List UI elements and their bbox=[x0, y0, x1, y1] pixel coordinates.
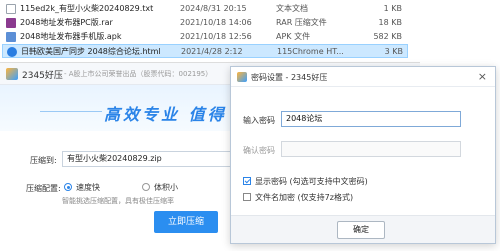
encrypt-filenames-checkbox[interactable] bbox=[243, 193, 251, 201]
app-logo-icon bbox=[6, 68, 18, 80]
file-type: 115Chrome HT... bbox=[277, 47, 344, 56]
file-date: 2021/4/28 2:12 bbox=[181, 47, 243, 56]
file-row-txt[interactable]: 115ed2k_有型小火柴20240829.txt 2024/8/31 20:1… bbox=[0, 2, 500, 16]
apk-file-icon bbox=[6, 32, 16, 42]
dialog-title: 密码设置 - 2345好压 bbox=[251, 73, 328, 82]
file-date: 2024/8/31 20:15 bbox=[180, 4, 247, 13]
ok-button[interactable]: 确定 bbox=[337, 221, 385, 239]
encrypt-filenames-label: 文件名加密 (仅支持7z格式) bbox=[255, 193, 354, 202]
size-radio[interactable] bbox=[142, 183, 150, 191]
file-size: 18 KB bbox=[378, 18, 402, 27]
file-size: 3 KB bbox=[384, 47, 403, 56]
speed-option: 速度快 bbox=[76, 183, 100, 192]
app-name: 2345好压 bbox=[22, 71, 63, 81]
password-input[interactable]: 2048论坛 bbox=[281, 111, 461, 127]
file-type: APK 文件 bbox=[276, 32, 311, 41]
confirm-password-label: 确认密码 bbox=[243, 146, 275, 155]
password-dialog: 密码设置 - 2345好压 × 输入密码 2048论坛 确认密码 显示密码 (勾… bbox=[230, 66, 496, 244]
rar-file-icon bbox=[6, 18, 16, 28]
compress-now-button[interactable]: 立即压缩 bbox=[154, 211, 218, 233]
show-password-label: 显示密码 (勾选可支持中文密码) bbox=[255, 177, 368, 186]
file-row-html[interactable]: 日韩欧美国产同步 2048综合论坛.html 2021/4/28 2:12 11… bbox=[2, 44, 408, 58]
file-date: 2021/10/18 14:06 bbox=[180, 18, 252, 27]
file-date: 2021/10/18 12:56 bbox=[180, 32, 252, 41]
dialog-footer: 确定 bbox=[231, 215, 495, 243]
size-option: 体积小 bbox=[154, 183, 178, 192]
path-input[interactable]: 有型小火柴20240829.zip bbox=[62, 151, 240, 167]
text-file-icon bbox=[6, 4, 16, 14]
config-hint: 智能挑选压缩配置，具有极佳压缩率 bbox=[62, 197, 174, 205]
file-size: 582 KB bbox=[373, 32, 402, 41]
file-name: 2048地址发布器手机版.apk bbox=[20, 32, 122, 41]
file-type: RAR 压缩文件 bbox=[276, 18, 327, 27]
file-list: 115ed2k_有型小火柴20240829.txt 2024/8/31 20:1… bbox=[0, 0, 500, 60]
file-name: 日韩欧美国产同步 2048综合论坛.html bbox=[21, 47, 161, 56]
speed-radio[interactable] bbox=[64, 183, 72, 191]
file-row-apk[interactable]: 2048地址发布器手机版.apk 2021/10/18 12:56 APK 文件… bbox=[0, 30, 500, 44]
show-password-checkbox[interactable] bbox=[243, 177, 251, 185]
file-row-rar[interactable]: 2048地址发布器PC版.rar 2021/10/18 14:06 RAR 压缩… bbox=[0, 16, 500, 30]
password-label: 输入密码 bbox=[243, 116, 275, 125]
slogan-line bbox=[40, 111, 102, 112]
file-name: 115ed2k_有型小火柴20240829.txt bbox=[20, 4, 154, 13]
path-label: 压缩到: bbox=[30, 156, 57, 165]
config-label: 压缩配置: bbox=[26, 184, 61, 193]
app-subtitle: - A股上市公司荣誉出品（股票代码：002195） bbox=[64, 70, 213, 78]
dialog-title-bar: 密码设置 - 2345好压 × bbox=[231, 67, 495, 87]
app-logo-icon bbox=[237, 72, 247, 82]
file-type: 文本文档 bbox=[276, 4, 308, 13]
html-file-icon bbox=[7, 47, 17, 57]
close-icon[interactable]: × bbox=[478, 70, 487, 83]
file-size: 1 KB bbox=[383, 4, 402, 13]
confirm-password-input[interactable] bbox=[281, 141, 461, 157]
file-name: 2048地址发布器PC版.rar bbox=[20, 18, 113, 27]
slogan: 高效专业 值得 bbox=[104, 105, 227, 124]
